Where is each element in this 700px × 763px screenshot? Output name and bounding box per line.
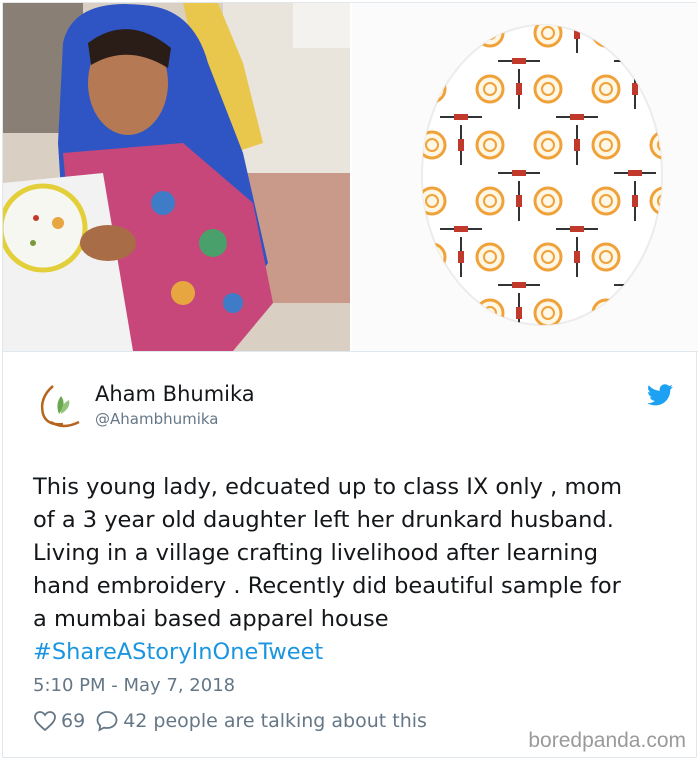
twitter-bird-icon[interactable] (647, 384, 673, 406)
aham-bhumika-logo-icon (40, 385, 80, 428)
embroidery-bead (632, 195, 638, 207)
tweet-timestamp[interactable]: 5:10 PM - May 7, 2018 (33, 675, 235, 696)
tweet-media[interactable] (3, 3, 698, 352)
photo-embroiderer[interactable] (3, 3, 350, 351)
tweet-header: Aham Bhumika @Ahambhumika (33, 378, 673, 438)
embroidery-bead (516, 195, 522, 207)
tweet-text: This young lady, edcuated up to class IX… (33, 471, 683, 669)
hashtag-link[interactable]: #ShareAStoryInOneTweet (33, 636, 683, 669)
embroidery-bead (454, 226, 468, 232)
embroidery-flower (533, 130, 563, 160)
watermark: boredpanda.com (528, 729, 686, 752)
tweet-line: Living in a village crafting livelihood … (33, 540, 599, 566)
embroidery-flower (533, 298, 563, 325)
embroidery-bead (516, 83, 522, 95)
embroidery-bead (512, 170, 526, 176)
embroidery-bead (570, 114, 584, 120)
embroidery-bead (454, 114, 468, 120)
photo-embroidery-sample[interactable] (352, 3, 698, 351)
speech-bubble-icon[interactable] (95, 709, 119, 733)
embroidery-flower (533, 242, 563, 272)
embroidery-flower (533, 186, 563, 216)
tweet-line: of a 3 year old daughter left her drunka… (33, 507, 614, 533)
embroidery-bead (628, 170, 642, 176)
embroidery-flower (475, 130, 505, 160)
embroidery-flower (475, 74, 505, 104)
embroidery-flower (475, 186, 505, 216)
embroidery-flower (591, 186, 621, 216)
embroidery-bead (632, 83, 638, 95)
account-name[interactable]: Aham Bhumika (95, 382, 255, 406)
embroidery-flower (591, 130, 621, 160)
tweet-card: Aham Bhumika @Ahambhumika This young lad… (2, 2, 698, 758)
embroidery-bead (458, 139, 464, 151)
embroidery-flower (591, 242, 621, 272)
avatar[interactable] (33, 378, 87, 432)
embroidery-flower (475, 242, 505, 272)
embroidery-bead (570, 226, 584, 232)
embroidery-bead (574, 139, 580, 151)
embroidery-bead (512, 58, 526, 64)
account-handle[interactable]: @Ahambhumika (95, 410, 219, 428)
embroidery-bead (458, 251, 464, 263)
embroidery-flower (533, 74, 563, 104)
tweet-line: hand embroidery . Recently did beautiful… (33, 573, 621, 599)
embroidery-bead (512, 282, 526, 288)
like-count[interactable]: 69 (61, 710, 85, 732)
tweet-line: a mumbai based apparel house (33, 606, 389, 632)
embroidery-bead (516, 307, 522, 319)
tweet-actions: 69 42 people are talking about this (33, 709, 427, 733)
replies-text[interactable]: 42 people are talking about this (123, 710, 427, 732)
heart-icon[interactable] (33, 709, 57, 733)
embroidery-bead (574, 251, 580, 263)
embroidery-flower (591, 74, 621, 104)
tweet-line: This young lady, edcuated up to class IX… (33, 474, 623, 500)
